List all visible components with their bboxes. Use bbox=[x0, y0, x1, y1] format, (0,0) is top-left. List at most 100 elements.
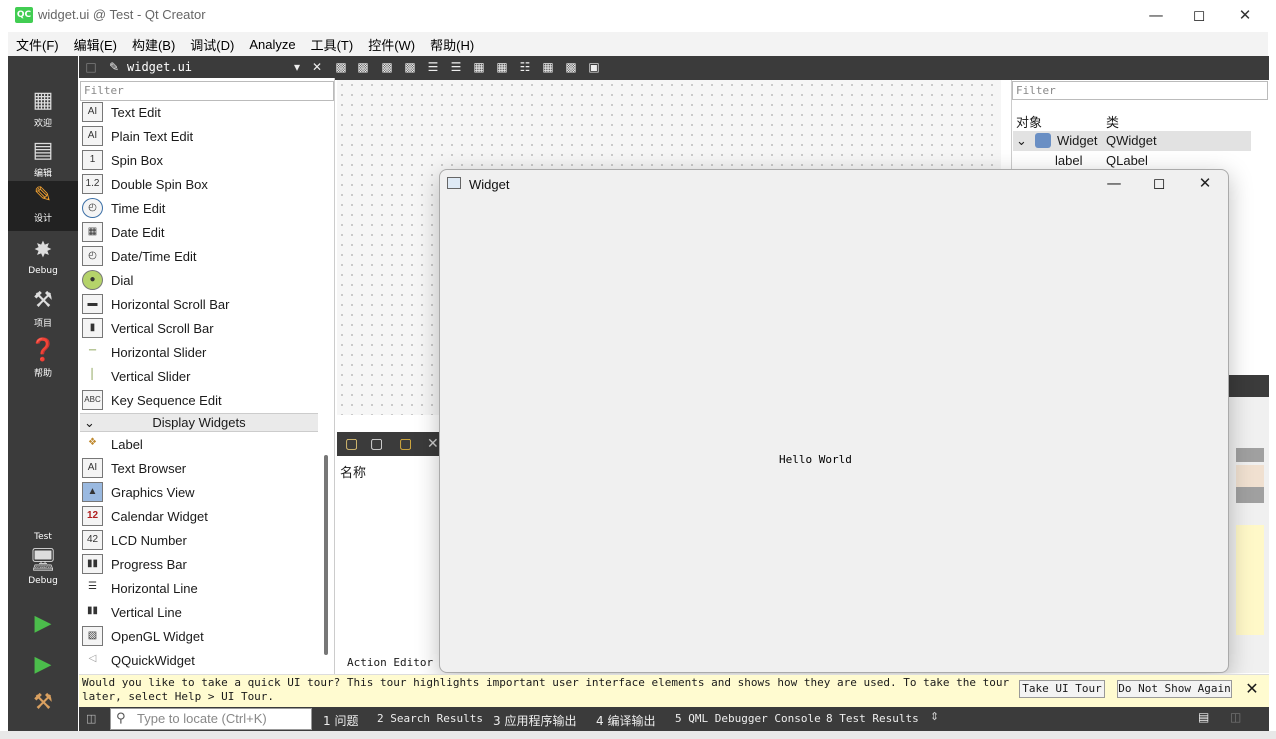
adjust-size-icon[interactable]: ▣ bbox=[587, 60, 601, 75]
splitter-vertical-icon[interactable]: ▦ bbox=[495, 60, 509, 75]
run-button[interactable]: ▶ bbox=[8, 609, 78, 645]
object-name[interactable]: label bbox=[1055, 153, 1082, 168]
close-icon[interactable]: ✕ bbox=[1222, 0, 1268, 32]
layout-form-icon[interactable]: ☷ bbox=[518, 60, 532, 75]
object-class[interactable]: QLabel bbox=[1106, 153, 1148, 168]
do-not-show-again-button[interactable]: Do Not Show Again bbox=[1117, 680, 1232, 698]
category-label: Display Widgets bbox=[152, 415, 246, 430]
mode-welcome[interactable]: ▦ 欢迎 bbox=[8, 86, 78, 136]
mode-debug[interactable]: ✸ Debug bbox=[8, 236, 78, 286]
action-editor-tab[interactable]: Action Editor bbox=[347, 656, 433, 669]
chevron-down-icon[interactable]: ▾ bbox=[290, 60, 304, 75]
mode-edit[interactable]: ▤ 编辑 bbox=[8, 136, 78, 186]
widget-dial[interactable]: ● Dial bbox=[82, 268, 133, 292]
widget-filter-input[interactable]: Filter bbox=[80, 81, 334, 101]
paste-action-icon[interactable]: ▢ bbox=[399, 436, 412, 452]
widget-label-item[interactable]: ❖ Label bbox=[82, 432, 143, 456]
edit-tab-order-icon[interactable]: ▩ bbox=[403, 60, 417, 75]
edit-signals-icon[interactable]: ▩ bbox=[356, 60, 370, 75]
preview-maximize-icon[interactable]: ◻ bbox=[1136, 172, 1182, 196]
widget-vertical-slider[interactable]: │ Vertical Slider bbox=[82, 364, 190, 388]
widget-horizontal-slider[interactable]: ─ Horizontal Slider bbox=[82, 340, 206, 364]
mode-sidebar: ▦ 欢迎 ▤ 编辑 ✎ 设计 ✸ Debug ⚒ 项目 ❓ 帮助 Test 🖥 Debug … bbox=[8, 56, 78, 739]
sidebar-right-icon[interactable]: ◫ bbox=[1230, 710, 1250, 726]
layout-grid-icon[interactable]: ▦ bbox=[541, 60, 555, 75]
close-document-icon[interactable]: ✕ bbox=[310, 60, 324, 75]
preview-minimize-icon[interactable]: — bbox=[1091, 172, 1137, 196]
minimize-icon[interactable]: — bbox=[1133, 0, 1179, 32]
menu-analyze[interactable]: Analyze bbox=[249, 37, 295, 52]
widget-lcd-number[interactable]: 42 LCD Number bbox=[82, 528, 187, 552]
tab-application-output[interactable]: 3 应用程序输出 bbox=[493, 712, 576, 729]
kit-selector[interactable]: Test 🖥 Debug bbox=[8, 528, 78, 598]
up-down-arrows-icon[interactable]: ⇕ bbox=[930, 710, 939, 723]
column-class[interactable]: 类 bbox=[1106, 112, 1119, 131]
splitter-horizontal-icon[interactable]: ▦ bbox=[472, 60, 486, 75]
copy-action-icon[interactable]: ▢ bbox=[370, 436, 383, 452]
widget-label: Progress Bar bbox=[111, 556, 187, 572]
layout-horizontal-icon[interactable]: ☰ bbox=[426, 60, 440, 75]
category-display-widgets[interactable]: ⌄ Display Widgets bbox=[80, 413, 318, 432]
debug-run-button[interactable]: ▶ bbox=[8, 650, 78, 686]
close-icon[interactable]: ✕ bbox=[1243, 680, 1261, 698]
preview-close-icon[interactable]: ✕ bbox=[1182, 172, 1228, 196]
widget-qquickwidget[interactable]: ◁ QQuickWidget bbox=[82, 648, 195, 672]
menu-debug[interactable]: 调试(D) bbox=[190, 35, 234, 54]
mode-design[interactable]: ✎ 设计 bbox=[8, 181, 78, 231]
widget-key-sequence-edit[interactable]: ABC Key Sequence Edit bbox=[82, 388, 222, 412]
maximize-icon[interactable]: ◻ bbox=[1176, 0, 1222, 32]
action-name-column[interactable]: 名称 bbox=[340, 462, 366, 481]
widget-double-spin-box[interactable]: 1.2 Double Spin Box bbox=[82, 172, 208, 196]
build-button[interactable]: ⚒ bbox=[8, 688, 78, 724]
widget-text-browser[interactable]: AI Text Browser bbox=[82, 456, 186, 480]
widget-box-scrollbar[interactable] bbox=[324, 455, 328, 655]
widget-text-edit[interactable]: AI Text Edit bbox=[82, 100, 161, 124]
ui-file-icon: ✎ bbox=[108, 60, 120, 74]
widget-datetime-edit[interactable]: ◴ Date/Time Edit bbox=[82, 244, 197, 268]
widget-time-edit[interactable]: ◴ Time Edit bbox=[82, 196, 165, 220]
edit-buddies-icon[interactable]: ▩ bbox=[380, 60, 394, 75]
menu-build[interactable]: 构建(B) bbox=[132, 35, 175, 54]
widget-plain-text-edit[interactable]: AI Plain Text Edit bbox=[82, 124, 193, 148]
menu-help[interactable]: 帮助(H) bbox=[430, 35, 474, 54]
widget-horizontal-line[interactable]: ☰ Horizontal Line bbox=[82, 576, 198, 600]
mode-help[interactable]: ❓ 帮助 bbox=[8, 336, 78, 386]
expand-chevron-icon[interactable]: ⌄ bbox=[1016, 133, 1027, 149]
new-action-icon[interactable]: ▢ bbox=[345, 436, 358, 452]
widget-label: Horizontal Line bbox=[111, 580, 198, 596]
tab-qml-debugger-console[interactable]: 5 QML Debugger Console bbox=[675, 712, 821, 725]
break-layout-icon[interactable]: ▩ bbox=[564, 60, 578, 75]
locator-input[interactable]: Type to locate (Ctrl+K) bbox=[110, 708, 312, 730]
question-icon: ❓ bbox=[29, 338, 57, 363]
widget-vertical-scroll-bar[interactable]: ▮ Vertical Scroll Bar bbox=[82, 316, 214, 340]
menu-tools[interactable]: 工具(T) bbox=[311, 35, 354, 54]
widget-progress-bar[interactable]: ▮▮ Progress Bar bbox=[82, 552, 187, 576]
preview-window[interactable] bbox=[439, 169, 1229, 673]
tab-issues[interactable]: 1 问题 bbox=[323, 712, 358, 729]
tab-test-results[interactable]: 8 Test Results bbox=[826, 712, 919, 725]
tab-compile-output[interactable]: 4 编译输出 bbox=[596, 712, 655, 729]
layout-vertical-icon[interactable]: ☰ bbox=[449, 60, 463, 75]
widget-opengl[interactable]: ▧ OpenGL Widget bbox=[82, 624, 204, 648]
menu-edit[interactable]: 编辑(E) bbox=[74, 35, 117, 54]
widget-spin-box[interactable]: 1 Spin Box bbox=[82, 148, 163, 172]
edit-widgets-icon[interactable]: ▩ bbox=[334, 60, 348, 75]
output-pane-icon[interactable]: ▤ bbox=[1198, 710, 1218, 726]
open-document-combo[interactable]: widget.ui bbox=[127, 60, 192, 74]
menu-file[interactable]: 文件(F) bbox=[16, 35, 59, 54]
widget-vertical-line[interactable]: ▮▮ Vertical Line bbox=[82, 600, 182, 624]
mode-projects[interactable]: ⚒ 项目 bbox=[8, 286, 78, 336]
take-ui-tour-button[interactable]: Take UI Tour bbox=[1019, 680, 1105, 698]
widget-date-edit[interactable]: ▦ Date Edit bbox=[82, 220, 164, 244]
datetime-icon: ◴ bbox=[82, 246, 103, 266]
tab-search-results[interactable]: 2 Search Results bbox=[377, 712, 483, 725]
object-filter-input[interactable]: Filter bbox=[1012, 81, 1268, 100]
widget-graphics-view[interactable]: ▲ Graphics View bbox=[82, 480, 195, 504]
menu-widgets[interactable]: 控件(W) bbox=[368, 35, 415, 54]
widget-calendar[interactable]: 12 Calendar Widget bbox=[82, 504, 208, 528]
widget-label: Vertical Scroll Bar bbox=[111, 320, 214, 336]
toggle-sidebar-icon[interactable]: ◫ bbox=[86, 712, 96, 725]
delete-action-icon[interactable]: ✕ bbox=[427, 436, 439, 452]
widget-horizontal-scroll-bar[interactable]: ▬ Horizontal Scroll Bar bbox=[82, 292, 230, 316]
column-object[interactable]: 对象 bbox=[1016, 112, 1042, 131]
